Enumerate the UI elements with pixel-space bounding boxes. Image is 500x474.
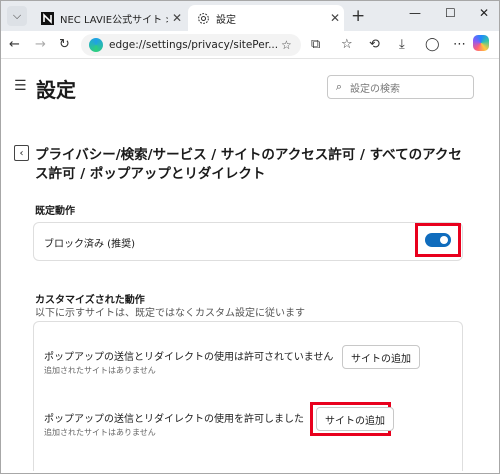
block-label: ブロック済み (推奨) xyxy=(44,239,135,250)
close-icon[interactable]: ✕ xyxy=(326,11,344,25)
tab-title: NEC LAVIE公式サイト > サービス& xyxy=(60,14,168,26)
copilot-icon[interactable] xyxy=(473,35,489,51)
settings-search-input[interactable]: ⌕ 設定の検索 xyxy=(327,75,474,99)
default-behavior-heading: 既定動作 xyxy=(35,206,75,217)
maximize-button[interactable]: ☐ xyxy=(445,6,456,20)
tab-settings[interactable]: 設定 ✕ xyxy=(188,5,344,31)
customized-description: 以下に示すサイトは、既定ではなくカスタム設定に従います xyxy=(35,308,305,319)
more-menu-icon[interactable]: ⋯ xyxy=(453,37,466,53)
address-bar[interactable]: edge://settings/privacy/sitePer... ☆ xyxy=(81,34,301,56)
list-item: ポップアップの送信とリダイレクトの使用は許可されていません 追加されたサイトはあ… xyxy=(44,348,333,376)
list-item: ポップアップの送信とリダイレクトの使用を許可しました 追加されたサイトはありませ… xyxy=(44,410,304,438)
back-button[interactable]: ‹ xyxy=(14,145,29,161)
add-site-allowed-button[interactable]: サイトの追加 xyxy=(316,407,394,431)
gear-icon xyxy=(196,11,210,25)
tab-actions-button[interactable]: ⌵ xyxy=(7,6,27,26)
default-behavior-card: ブロック済み (推奨) xyxy=(33,222,463,261)
search-icon: ⌕ xyxy=(335,80,343,93)
extensions-icon[interactable]: ⧉ xyxy=(311,37,320,53)
page-title: 設定 xyxy=(36,78,76,102)
close-icon[interactable]: ✕ xyxy=(168,11,186,25)
toggle-knob xyxy=(440,236,448,244)
refresh-icon[interactable]: ↻ xyxy=(59,37,70,53)
toggle-highlight xyxy=(415,223,461,257)
tab-strip: ⌵ NEC LAVIE公式サイト > サービス& ✕ 設定 ✕ + — ☐ ✕ xyxy=(1,1,499,31)
breadcrumb: プライバシー/検索/サービス / サイトのアクセス許可 / すべてのアクセス許可… xyxy=(35,147,462,182)
favorites-icon[interactable]: ☆ xyxy=(341,37,353,53)
nec-favicon xyxy=(40,11,54,25)
edge-icon xyxy=(89,38,103,52)
tab-nec-lavie[interactable]: NEC LAVIE公式サイト > サービス& ✕ xyxy=(32,5,186,31)
row-title: ポップアップの送信とリダイレクトの使用を許可しました xyxy=(44,414,304,425)
profile-icon[interactable]: ◯ xyxy=(425,37,440,53)
history-icon[interactable]: ⟲ xyxy=(369,37,380,53)
minimize-button[interactable]: — xyxy=(409,6,421,20)
row-subtitle: 追加されたサイトはありません xyxy=(44,428,156,437)
toolbar: ← → ↻ edge://settings/privacy/sitePer...… xyxy=(1,31,499,59)
back-arrow-icon[interactable]: ← xyxy=(9,37,20,53)
row-subtitle: 追加されたサイトはありません xyxy=(44,366,156,375)
url-text: edge://settings/privacy/sitePer... xyxy=(109,39,279,51)
add-site-blocked-button[interactable]: サイトの追加 xyxy=(342,345,420,369)
customized-card: ポップアップの送信とリダイレクトの使用は許可されていません 追加されたサイトはあ… xyxy=(33,321,463,471)
block-toggle[interactable] xyxy=(425,233,451,247)
downloads-icon[interactable]: ⤓ xyxy=(399,37,405,53)
forward-arrow-icon[interactable]: → xyxy=(35,37,46,53)
favorite-star-icon[interactable]: ☆ xyxy=(281,38,301,52)
search-placeholder: 設定の検索 xyxy=(350,83,400,95)
tab-title: 設定 xyxy=(216,14,236,26)
row-title: ポップアップの送信とリダイレクトの使用は許可されていません xyxy=(44,352,334,363)
window-close-button[interactable]: ✕ xyxy=(479,6,489,20)
menu-icon[interactable]: ☰ xyxy=(14,78,27,94)
new-tab-button[interactable]: + xyxy=(351,7,365,25)
